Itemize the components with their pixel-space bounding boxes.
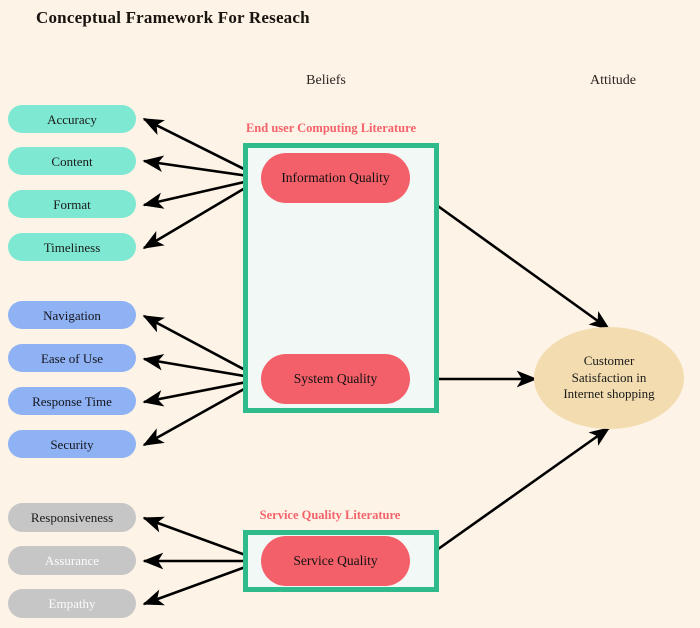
construct-service-quality[interactable]: Service Quality xyxy=(261,536,410,586)
indicator-format[interactable]: Format xyxy=(8,190,136,218)
indicator-accuracy[interactable]: Accuracy xyxy=(8,105,136,133)
outcome-customer-satisfaction[interactable]: Customer Satisfaction in Internet shoppi… xyxy=(534,327,684,429)
page-title: Conceptual Framework For Reseach xyxy=(36,8,310,27)
outcome-line-2: Satisfaction in xyxy=(571,369,647,385)
literature-label-end-user: End user Computing Literature xyxy=(245,121,417,135)
indicator-empathy[interactable]: Empathy xyxy=(8,589,136,618)
indicator-content[interactable]: Content xyxy=(8,147,136,175)
column-label-beliefs: Beliefs xyxy=(306,73,346,88)
indicator-responsiveness[interactable]: Responsiveness xyxy=(8,503,136,532)
outcome-line-3: Internet shopping xyxy=(563,386,655,402)
column-label-attitude: Attitude xyxy=(590,73,636,88)
indicator-timeliness[interactable]: Timeliness xyxy=(8,233,136,261)
literature-label-service-quality: Service Quality Literature xyxy=(259,508,401,522)
outcome-line-1: Customer xyxy=(583,353,635,369)
indicator-assurance[interactable]: Assurance xyxy=(8,546,136,575)
construct-information-quality[interactable]: Information Quality xyxy=(261,153,410,203)
indicator-navigation[interactable]: Navigation xyxy=(8,301,136,329)
indicator-security[interactable]: Security xyxy=(8,430,136,458)
diagram-canvas: Conceptual Framework For Reseach Beliefs… xyxy=(0,0,700,628)
construct-system-quality[interactable]: System Quality xyxy=(261,354,410,404)
indicator-response-time[interactable]: Response Time xyxy=(8,387,136,415)
indicator-ease-of-use[interactable]: Ease of Use xyxy=(8,344,136,372)
